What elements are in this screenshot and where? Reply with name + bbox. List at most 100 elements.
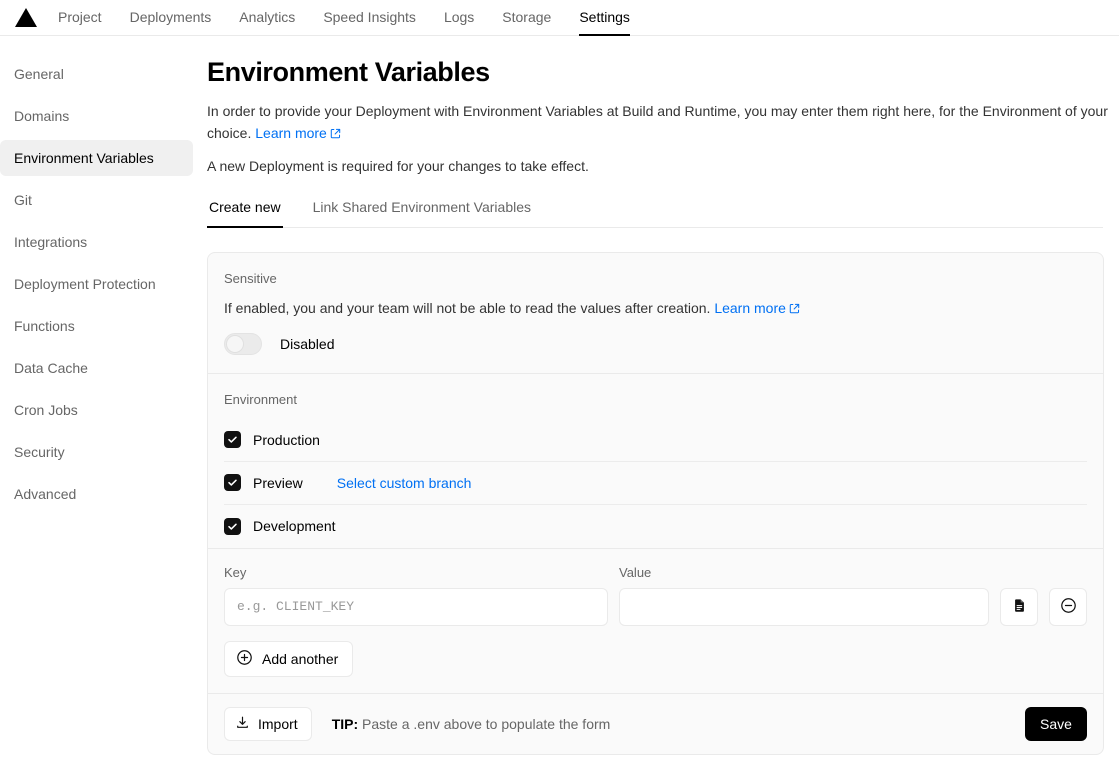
sensitive-toggle[interactable] [224, 332, 262, 355]
form-footer: Import TIP: Paste a .env above to popula… [208, 694, 1103, 754]
nav-item-label: Settings [579, 9, 630, 25]
learn-more-link-sensitive[interactable]: Learn more [714, 300, 800, 316]
save-button[interactable]: Save [1025, 706, 1087, 741]
external-link-icon [330, 123, 341, 145]
add-another-button[interactable]: Add another [224, 640, 354, 677]
import-button[interactable]: Import [224, 706, 312, 741]
nav-item-settings[interactable]: Settings [565, 0, 644, 36]
app-root: Project Deployments Analytics Speed Insi… [0, 0, 1119, 760]
learn-more-label: Learn more [255, 124, 327, 141]
key-column-label: Key [224, 564, 247, 580]
key-value-section: Key Value e.g. CLIENT_KEY Add another [208, 549, 1103, 693]
top-nav-items: Project Deployments Analytics Speed Insi… [44, 0, 644, 36]
nav-item-label: Speed Insights [323, 9, 416, 25]
sidebar-item-label: Environment Variables [14, 150, 154, 166]
nav-item-deployments[interactable]: Deployments [116, 0, 226, 35]
environment-option-preview[interactable]: Preview Select custom branch [224, 462, 1087, 505]
key-value-row [224, 587, 1087, 626]
sidebar-item-general[interactable]: General [0, 56, 193, 92]
sensitive-description-text: If enabled, you and your team will not b… [224, 299, 711, 316]
remove-row-button[interactable] [1049, 587, 1087, 626]
add-another-label: Add another [262, 650, 339, 667]
sidebar-item-cron-jobs[interactable]: Cron Jobs [0, 392, 193, 428]
page-title: Environment Variables [207, 57, 490, 87]
page-description: In order to provide your Deployment with… [207, 100, 1111, 145]
checkbox-preview[interactable] [224, 474, 241, 492]
sidebar-item-label: Domains [14, 108, 70, 124]
sidebar-item-label: Security [14, 444, 65, 460]
tab-label: Create new [209, 198, 281, 215]
environment-variable-form-card: Sensitive If enabled, you and your team … [207, 251, 1104, 755]
nav-item-storage[interactable]: Storage [488, 0, 565, 35]
page-body: General Domains Environment Variables Gi… [0, 36, 1119, 760]
tab-create-new[interactable]: Create new [207, 195, 283, 228]
nav-item-label: Project [58, 9, 102, 25]
sensitive-toggle-row: Disabled [224, 332, 1087, 355]
checkbox-production[interactable] [224, 431, 241, 449]
environment-label: Environment [224, 391, 297, 407]
sidebar-item-label: Data Cache [14, 360, 88, 376]
key-input[interactable] [224, 587, 608, 626]
sidebar-item-security[interactable]: Security [0, 434, 193, 470]
sidebar-item-label: Advanced [14, 486, 77, 502]
sidebar-item-label: Deployment Protection [14, 276, 156, 292]
nav-item-speed-insights[interactable]: Speed Insights [309, 0, 430, 35]
sensitive-label: Sensitive [224, 270, 277, 286]
sidebar-item-git[interactable]: Git [0, 182, 193, 218]
nav-item-logs[interactable]: Logs [430, 0, 488, 35]
nav-item-analytics[interactable]: Analytics [225, 0, 309, 35]
nav-item-label: Analytics [239, 9, 296, 25]
tip-text: TIP: Paste a .env above to populate the … [332, 716, 611, 732]
form-tabs: Create new Link Shared Environment Varia… [207, 195, 1103, 228]
circle-plus-icon [236, 649, 253, 669]
sidebar-item-label: General [14, 66, 64, 82]
nav-item-label: Storage [502, 9, 552, 25]
sidebar-item-advanced[interactable]: Advanced [0, 476, 193, 512]
sensitive-toggle-state: Disabled [280, 335, 335, 352]
learn-more-link-header[interactable]: Learn more [255, 125, 341, 141]
nav-item-label: Deployments [129, 9, 212, 25]
external-link-icon [789, 299, 800, 319]
environment-option-development[interactable]: Development [224, 505, 1087, 548]
environment-option-label: Production [253, 431, 320, 448]
sidebar-item-deployment-protection[interactable]: Deployment Protection [0, 266, 193, 302]
key-value-headers: Key Value [224, 565, 1087, 580]
settings-sidebar: General Domains Environment Variables Gi… [0, 36, 207, 760]
tip-prefix: TIP: [331, 715, 359, 732]
import-label: Import [258, 715, 298, 732]
sidebar-item-label: Functions [14, 318, 75, 334]
tip-body: Paste a .env above to populate the form [362, 715, 611, 732]
deployment-note: A new Deployment is required for your ch… [207, 157, 589, 174]
select-custom-branch-link[interactable]: Select custom branch [337, 475, 472, 491]
value-input[interactable] [619, 587, 989, 626]
sidebar-item-label: Integrations [14, 234, 88, 250]
top-navigation: Project Deployments Analytics Speed Insi… [0, 0, 1119, 36]
environment-option-label: Development [253, 518, 336, 535]
document-icon [1012, 598, 1027, 616]
sidebar-item-label: Cron Jobs [14, 402, 78, 418]
tab-link-shared-environment-variables[interactable]: Link Shared Environment Variables [311, 195, 533, 227]
nav-item-label: Logs [443, 9, 475, 25]
sidebar-item-integrations[interactable]: Integrations [0, 224, 193, 260]
sensitive-section: Sensitive If enabled, you and your team … [208, 253, 1103, 373]
main-content: Environment Variables In order to provid… [207, 36, 1119, 760]
sidebar-item-label: Git [14, 192, 32, 208]
environment-option-label: Preview [253, 474, 303, 491]
learn-more-label: Learn more [714, 299, 786, 316]
tab-label: Link Shared Environment Variables [312, 198, 532, 215]
download-icon [235, 715, 250, 733]
sidebar-item-environment-variables[interactable]: Environment Variables [0, 140, 193, 176]
nav-item-project[interactable]: Project [44, 0, 116, 35]
circle-minus-icon [1060, 597, 1077, 617]
environment-section: Environment Production Preview Select cu… [208, 374, 1103, 548]
checkbox-development[interactable] [224, 517, 241, 535]
vercel-triangle-logo-icon[interactable] [8, 0, 44, 35]
sidebar-item-functions[interactable]: Functions [0, 308, 193, 344]
toggle-knob [226, 334, 244, 353]
sidebar-item-data-cache[interactable]: Data Cache [0, 350, 193, 386]
environment-option-production[interactable]: Production [224, 419, 1087, 462]
page-description-text: In order to provide your Deployment with… [207, 102, 1108, 141]
sensitive-description: If enabled, you and your team will not b… [224, 298, 1087, 319]
sidebar-item-domains[interactable]: Domains [0, 98, 193, 134]
document-icon-button[interactable] [1000, 587, 1038, 626]
